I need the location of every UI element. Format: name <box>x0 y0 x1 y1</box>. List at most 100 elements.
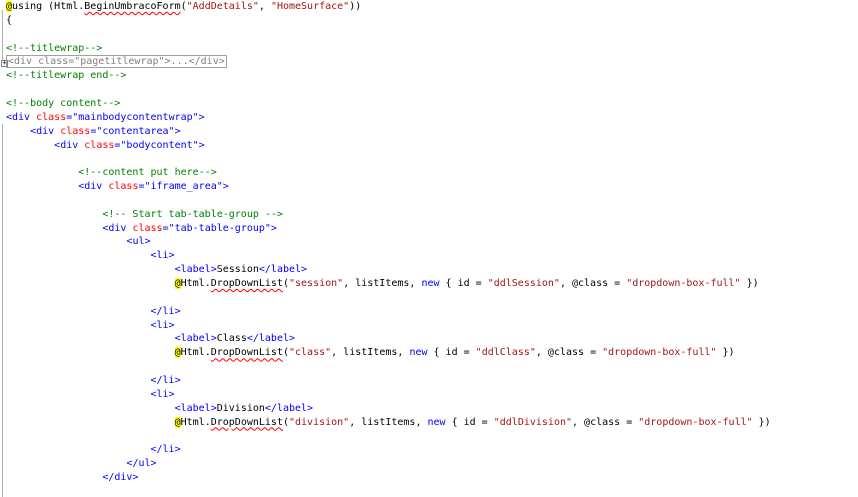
code-line[interactable]: @using (Html.BeginUmbracoForm("AddDetail… <box>6 0 361 14</box>
code-token: new <box>409 347 428 359</box>
code-token: Html. <box>180 347 211 359</box>
code-token: </div> <box>102 471 139 483</box>
code-token: </label> <box>264 402 314 414</box>
code-token: "division" <box>289 416 350 428</box>
code-token: </ul> <box>126 458 157 470</box>
code-line[interactable]: <label>Session</label> <box>6 263 307 277</box>
code-line[interactable]: <!--titlewrap--> <box>6 42 102 56</box>
code-token: </li> <box>150 374 181 386</box>
code-line[interactable]: <!-- Start tab-table-group --> <box>6 208 283 222</box>
code-line[interactable]: @Html.DropDownList("class", listItems, n… <box>6 346 735 360</box>
code-token: , @class = <box>559 278 627 289</box>
code-token: ="contentarea"> <box>90 125 181 137</box>
code-token: <!--titlewrap--> <box>6 42 103 54</box>
code-line[interactable]: </li> <box>6 443 181 457</box>
code-token: , <box>258 1 271 12</box>
code-line[interactable]: <ul> <box>6 235 151 249</box>
code-line[interactable]: <div class="contentarea"> <box>6 125 181 139</box>
code-line[interactable]: <li> <box>6 249 175 263</box>
code-token: <label> <box>174 333 217 345</box>
code-token: , listItems, <box>349 416 428 428</box>
code-token: "ddlSession" <box>487 278 560 289</box>
code-token: )) <box>349 1 362 12</box>
code-line[interactable]: <li> <box>6 388 175 402</box>
code-token: <ul> <box>126 236 151 248</box>
code-token: ="tab-table-group"> <box>162 222 277 234</box>
code-token: , @class = <box>535 347 603 359</box>
code-token: </label> <box>246 333 296 345</box>
code-token: { id = <box>439 278 488 289</box>
code-token: }) <box>752 416 771 428</box>
code-token: }) <box>716 347 735 359</box>
code-line[interactable]: <!--body content--> <box>6 97 120 111</box>
code-token: class <box>132 222 163 234</box>
code-token: "dropdown-box-full" <box>602 347 717 359</box>
code-line[interactable]: <div class="bodycontent"> <box>6 139 205 153</box>
code-token: "class" <box>289 347 332 359</box>
code-token: using (Html. <box>12 1 85 12</box>
code-token: "dropdown-box-full" <box>638 416 753 428</box>
code-line[interactable]: </li> <box>6 305 181 319</box>
code-line[interactable]: <!--titlewrap end--> <box>6 69 126 83</box>
code-token: <div <box>30 125 61 137</box>
code-token: }) <box>740 278 759 289</box>
code-token: , listItems, <box>331 347 410 359</box>
code-token: "ddlClass" <box>475 347 536 359</box>
outline-guide <box>2 10 3 62</box>
code-token: new <box>427 416 446 428</box>
code-line[interactable]: <!--content put here--> <box>6 166 216 180</box>
code-token: <div <box>54 139 85 151</box>
code-line[interactable]: <div class="tab-table-group"> <box>6 222 277 236</box>
code-token: <!--body content--> <box>6 97 121 109</box>
code-token: new <box>421 278 440 289</box>
code-token: DropDownList <box>210 347 283 359</box>
code-token: <li> <box>150 250 175 262</box>
collapsed-region[interactable]: <div class="pagetitlewrap">...</div> <box>6 55 227 69</box>
code-token: </label> <box>258 264 308 276</box>
code-token: <label> <box>174 402 217 414</box>
code-line[interactable]: <div class="iframe_area"> <box>6 180 229 194</box>
code-token: DropDownList <box>210 416 283 428</box>
code-line[interactable]: @Html.DropDownList("division", listItems… <box>6 416 771 430</box>
code-token: class <box>36 111 67 123</box>
code-token: <label> <box>174 264 217 276</box>
code-token: Html. <box>180 416 211 428</box>
code-line[interactable]: </ul> <box>6 457 157 471</box>
code-token: { <box>6 14 13 26</box>
code-line[interactable]: <li> <box>6 319 175 333</box>
code-token: ="iframe_area"> <box>138 181 229 193</box>
code-token: DropDownList <box>210 278 283 289</box>
code-line[interactable]: <label>Class</label> <box>6 332 295 346</box>
code-line[interactable]: <div class="pagetitlewrap">...</div> <box>6 55 227 69</box>
code-line[interactable]: <label>Division</label> <box>6 402 314 416</box>
code-token: <div <box>6 111 37 123</box>
code-line[interactable]: </li> <box>6 374 181 388</box>
code-token: , @class = <box>572 416 639 428</box>
code-line[interactable]: { <box>6 14 12 28</box>
code-token: </li> <box>150 444 181 456</box>
code-line[interactable]: @Html.DropDownList("session", listItems,… <box>6 277 759 291</box>
code-token: Html. <box>180 278 211 289</box>
code-token: ="bodycontent"> <box>114 139 205 151</box>
code-token: BeginUmbracoForm <box>84 1 181 12</box>
code-token: <li> <box>150 388 175 400</box>
code-line[interactable]: <div class="mainbodycontentwrap"> <box>6 111 205 125</box>
code-token: "AddDetails" <box>186 1 259 12</box>
code-token: class <box>108 181 139 193</box>
code-line[interactable]: </div> <box>6 471 138 485</box>
